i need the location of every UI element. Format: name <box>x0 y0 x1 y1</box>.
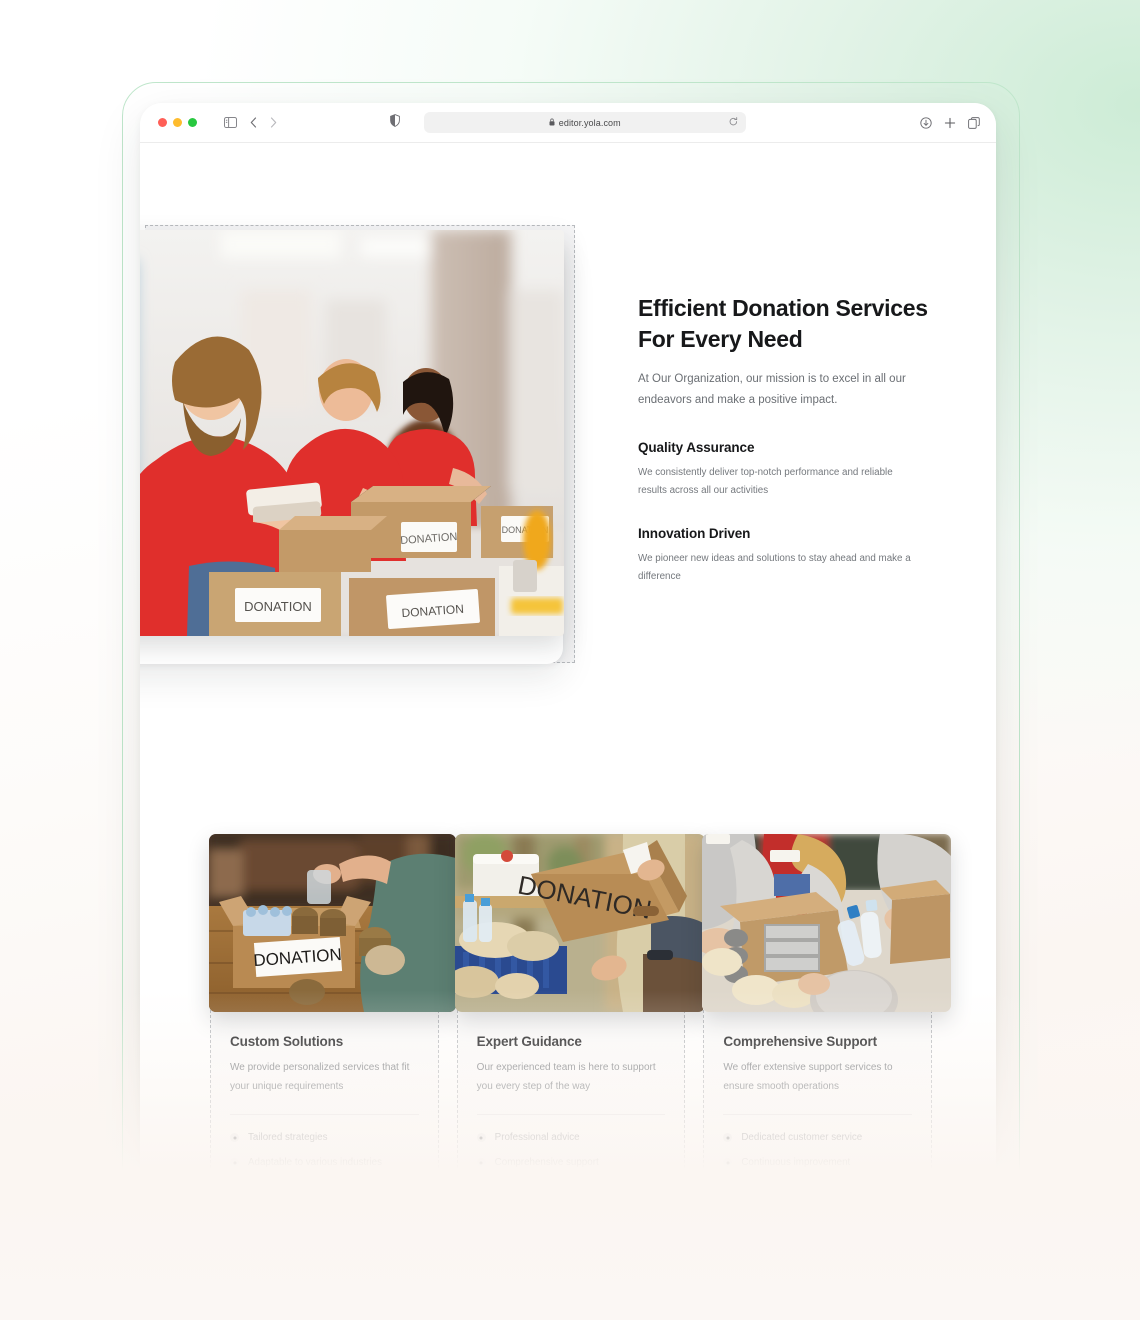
privacy-shield-icon[interactable] <box>390 113 400 132</box>
list-item: Reliable and efficient <box>723 1182 912 1193</box>
url-value: editor.yola.com <box>558 117 621 128</box>
card-description: We provide personalized services that fi… <box>230 1062 410 1092</box>
list-item: Continuous improvement <box>723 1157 912 1168</box>
list-item-label: Reliable and efficient <box>741 1182 833 1193</box>
hero-text-block: Efficient Donation Services For Every Ne… <box>638 293 928 587</box>
bullet-icon <box>230 1133 239 1142</box>
hero-section[interactable]: DONATION DONATION DONATION DONATIO <box>140 225 575 664</box>
feature-body: We consistently deliver top-notch perfor… <box>638 467 893 497</box>
close-window-button[interactable] <box>158 118 167 127</box>
tab-overview-icon[interactable] <box>968 116 980 129</box>
plus-icon[interactable] <box>944 117 956 129</box>
hero-image[interactable]: DONATION DONATION DONATION DONATIO <box>140 230 564 636</box>
card-title: Expert Guidance <box>476 1034 582 1049</box>
card-feature-list: Tailored strategies Adaptable to various… <box>230 1132 419 1193</box>
list-item: Tailored strategies <box>230 1132 419 1143</box>
list-item-label: Continuous improvement <box>741 1157 851 1168</box>
divider <box>723 1114 913 1115</box>
cards-row: DONATION Custom Solutions We provide per… <box>209 834 952 1213</box>
list-item: Commitment to your success <box>476 1182 666 1193</box>
browser-toolbar: editor.yola.com <box>140 103 996 143</box>
feature-block-quality: Quality Assurance We consistently delive… <box>638 440 928 500</box>
service-card-expert-guidance[interactable]: DONATION Expert Guidance Our experienced… <box>454 834 705 1213</box>
bullet-icon <box>230 1183 239 1192</box>
back-arrow-icon[interactable] <box>250 117 257 128</box>
bullet-icon <box>723 1133 733 1142</box>
contact-button[interactable]: Contact <box>230 1207 419 1213</box>
browser-actions <box>920 116 980 129</box>
card-title: Comprehensive Support <box>723 1034 877 1049</box>
url-text-group: editor.yola.com <box>549 118 621 128</box>
window-traffic-lights[interactable] <box>158 118 197 127</box>
list-item-label: Tailored strategies <box>248 1132 328 1143</box>
url-input[interactable]: editor.yola.com <box>424 112 746 133</box>
bullet-icon <box>723 1158 733 1167</box>
list-item: Focused on your goals <box>230 1182 419 1193</box>
contact-button[interactable]: Contact <box>723 1207 913 1213</box>
feature-title: Quality Assurance <box>638 440 755 456</box>
list-item-label: Dedicated customer service <box>741 1132 863 1143</box>
card-image[interactable]: DONATION <box>454 834 705 1012</box>
bullet-icon <box>476 1158 486 1167</box>
list-item: Comprehensive support <box>476 1157 666 1168</box>
browser-nav-group <box>224 117 277 128</box>
reload-icon[interactable] <box>729 114 738 132</box>
list-item: Adaptable to various industries <box>230 1157 419 1168</box>
sidebar-toggle-icon[interactable] <box>224 117 237 128</box>
service-card-custom-solutions[interactable]: DONATION Custom Solutions We provide per… <box>209 834 456 1213</box>
card-image[interactable]: DONATION <box>209 834 456 1012</box>
maximize-window-button[interactable] <box>188 118 197 127</box>
hero-subtitle: At Our Organization, our mission is to e… <box>638 373 906 406</box>
card-feature-list: Professional advice Comprehensive suppor… <box>476 1132 666 1193</box>
forward-arrow-icon[interactable] <box>270 117 277 128</box>
feature-body: We pioneer new ideas and solutions to st… <box>638 553 911 583</box>
feature-title: Innovation Driven <box>638 526 751 542</box>
bullet-icon <box>476 1183 486 1192</box>
list-item-label: Commitment to your success <box>494 1182 621 1193</box>
list-item: Professional advice <box>476 1132 666 1143</box>
page-backdrop: editor.yola.com DONATION DONATION DONATI… <box>0 0 1140 1320</box>
card-image[interactable] <box>702 834 952 1012</box>
divider <box>476 1114 666 1115</box>
divider <box>230 1114 419 1115</box>
card-title: Custom Solutions <box>230 1034 344 1049</box>
list-item-label: Focused on your goals <box>248 1182 348 1193</box>
list-item: Dedicated customer service <box>723 1132 912 1143</box>
lock-icon <box>549 118 555 128</box>
list-item-label: Professional advice <box>494 1132 580 1143</box>
card-description: Our experienced team is here to support … <box>476 1062 656 1092</box>
service-card-comprehensive-support[interactable]: Comprehensive Support We offer extensive… <box>702 834 952 1213</box>
card-description: We offer extensive support services to e… <box>723 1062 893 1092</box>
svg-text:DONATION: DONATION <box>244 599 312 614</box>
minimize-window-button[interactable] <box>173 118 182 127</box>
browser-window: editor.yola.com DONATION DONATION DONATI… <box>140 103 996 1213</box>
contact-button[interactable]: Contact <box>476 1207 666 1213</box>
card-feature-list: Dedicated customer service Continuous im… <box>723 1132 912 1193</box>
bullet-icon <box>230 1158 239 1167</box>
feature-block-innovation: Innovation Driven We pioneer new ideas a… <box>638 526 928 586</box>
list-item-label: Comprehensive support <box>494 1157 599 1168</box>
page-title: Efficient Donation Services For Every Ne… <box>638 295 928 352</box>
download-icon[interactable] <box>920 116 932 129</box>
bullet-icon <box>723 1183 733 1192</box>
list-item-label: Adaptable to various industries <box>248 1157 382 1168</box>
site-canvas: DONATION DONATION DONATION DONATIO <box>140 143 996 1213</box>
bullet-icon <box>476 1133 486 1142</box>
